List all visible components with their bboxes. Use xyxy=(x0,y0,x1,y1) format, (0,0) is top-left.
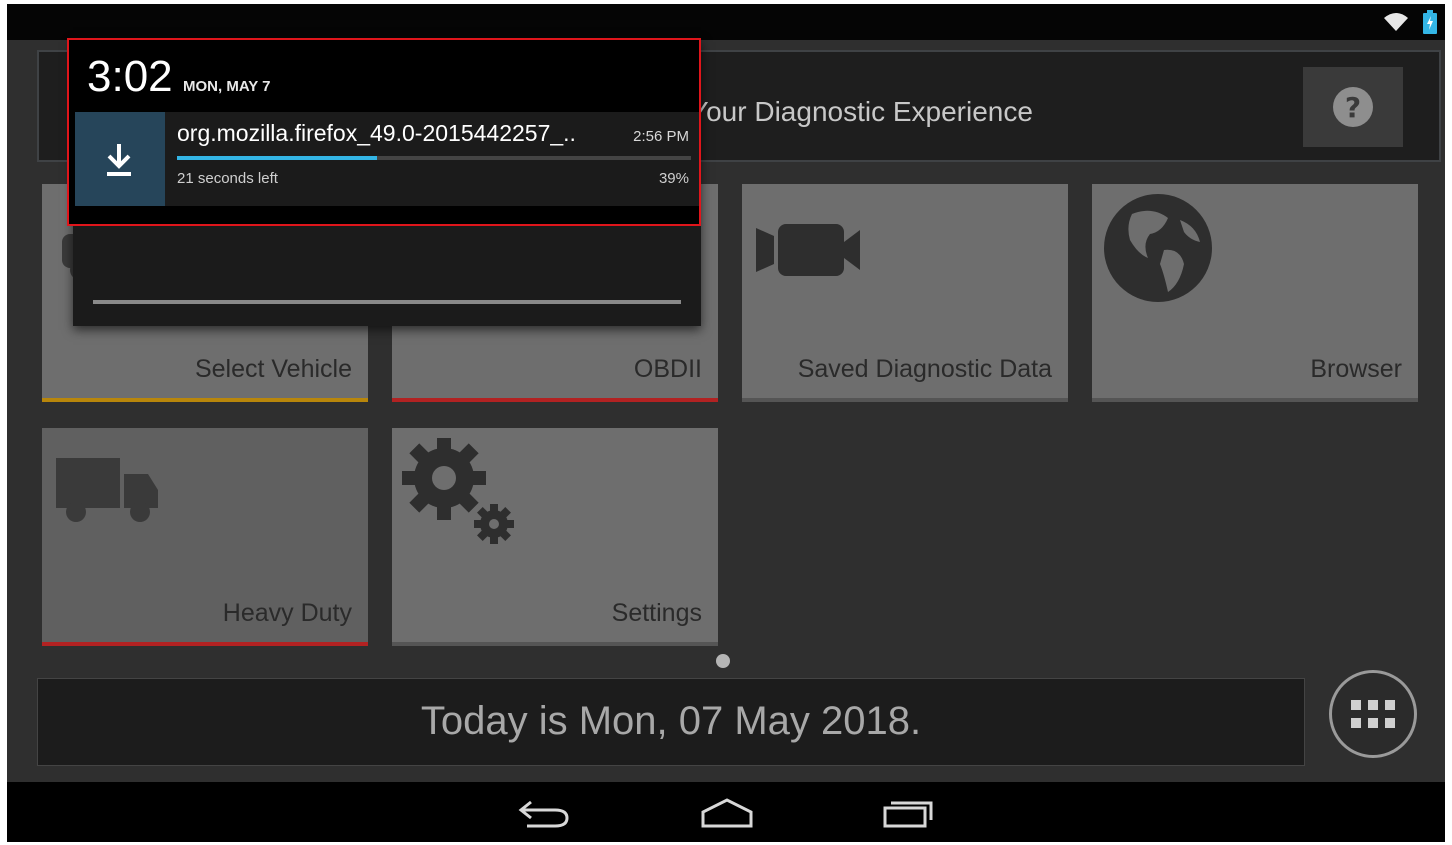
tile-settings[interactable]: Settings xyxy=(392,428,718,646)
help-icon: ? xyxy=(1333,87,1373,127)
clock: 3:02 xyxy=(87,52,173,101)
download-icon-container xyxy=(75,112,165,206)
tile-browser[interactable]: Browser xyxy=(1092,184,1418,402)
tile-label: Browser xyxy=(1310,355,1402,383)
wifi-icon xyxy=(1384,13,1408,31)
download-time: 2:56 PM xyxy=(633,128,689,145)
shade-handle[interactable] xyxy=(93,300,681,304)
tile-label: Select Vehicle xyxy=(194,355,352,383)
video-camera-icon xyxy=(756,224,860,276)
download-filename: org.mozilla.firefox_49.0-2015442257_.. xyxy=(177,120,576,146)
tablet-screen: Your Diagnostic Experience ? Select Vehi… xyxy=(7,4,1445,842)
date-banner: Today is Mon, 07 May 2018. xyxy=(37,678,1305,766)
download-percent: 39% xyxy=(658,170,689,187)
tile-saved-diagnostic-data[interactable]: Saved Diagnostic Data xyxy=(742,184,1068,402)
header-title: Your Diagnostic Experience xyxy=(690,96,1033,127)
apps-button[interactable] xyxy=(1329,670,1417,758)
date-label: MON, MAY 7 xyxy=(183,78,271,95)
svg-text:?: ? xyxy=(1345,91,1361,124)
recents-icon[interactable] xyxy=(877,796,937,830)
tile-label: Saved Diagnostic Data xyxy=(797,355,1052,383)
download-time-remaining: 21 seconds left xyxy=(177,170,278,187)
back-icon[interactable] xyxy=(515,796,575,830)
globe-icon xyxy=(1104,194,1212,302)
tile-label: OBDII xyxy=(633,355,702,383)
help-button[interactable]: ? xyxy=(1303,67,1403,147)
home-icon[interactable] xyxy=(697,796,757,830)
tile-label: Heavy Duty xyxy=(222,599,352,627)
download-notification[interactable]: org.mozilla.firefox_49.0-2015442257_.. 2… xyxy=(75,112,699,206)
page-indicator xyxy=(716,654,730,668)
navigation-bar xyxy=(7,782,1445,842)
tile-label: Settings xyxy=(611,599,702,627)
apps-grid-icon xyxy=(1351,700,1395,728)
download-progress-fill xyxy=(177,156,378,160)
truck-icon xyxy=(56,458,158,522)
download-progress-bar xyxy=(177,156,691,160)
gears-icon xyxy=(402,438,514,544)
tile-heavy-duty[interactable]: Heavy Duty xyxy=(42,428,368,646)
battery-charging-icon xyxy=(1423,10,1437,34)
download-icon xyxy=(107,144,131,176)
notification-highlight: 3:02 MON, MAY 7 org.mozilla.firefox_49.0… xyxy=(67,38,701,226)
status-bar[interactable] xyxy=(7,4,1445,40)
